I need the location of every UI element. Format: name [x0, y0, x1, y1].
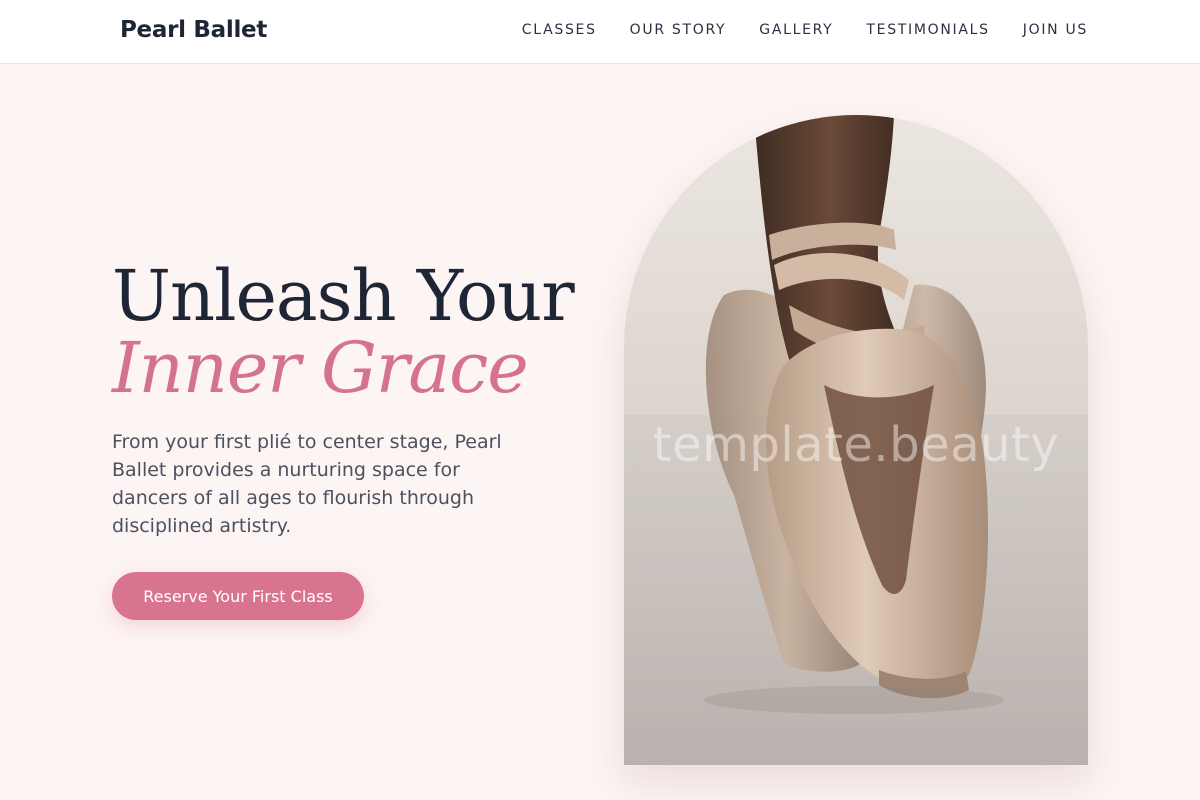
hero-description: From your first plié to center stage, Pe… [112, 431, 502, 537]
reserve-class-button[interactable]: Reserve Your First Class [112, 572, 364, 620]
site-header: Pearl Ballet CLASSES OUR STORY GALLERY T… [0, 0, 1200, 64]
hero-image: template.beauty [624, 115, 1088, 765]
nav-item-classes[interactable]: CLASSES [522, 22, 597, 38]
nav-item-join-us[interactable]: JOIN US [1023, 22, 1088, 38]
brand-logo[interactable]: Pearl Ballet [120, 17, 267, 43]
hero-title-line1: Unleash Your [112, 255, 575, 337]
nav-item-testimonials[interactable]: TESTIMONIALS [866, 22, 989, 38]
hero-title: Unleash Your Inner Grace [112, 255, 575, 409]
nav-item-gallery[interactable]: GALLERY [759, 22, 833, 38]
hero-title-line2: Inner Grace [112, 327, 529, 409]
watermark-text: template.beauty [652, 417, 1060, 473]
nav-item-our-story[interactable]: OUR STORY [630, 22, 727, 38]
main-nav: CLASSES OUR STORY GALLERY TESTIMONIALS J… [522, 22, 1088, 38]
